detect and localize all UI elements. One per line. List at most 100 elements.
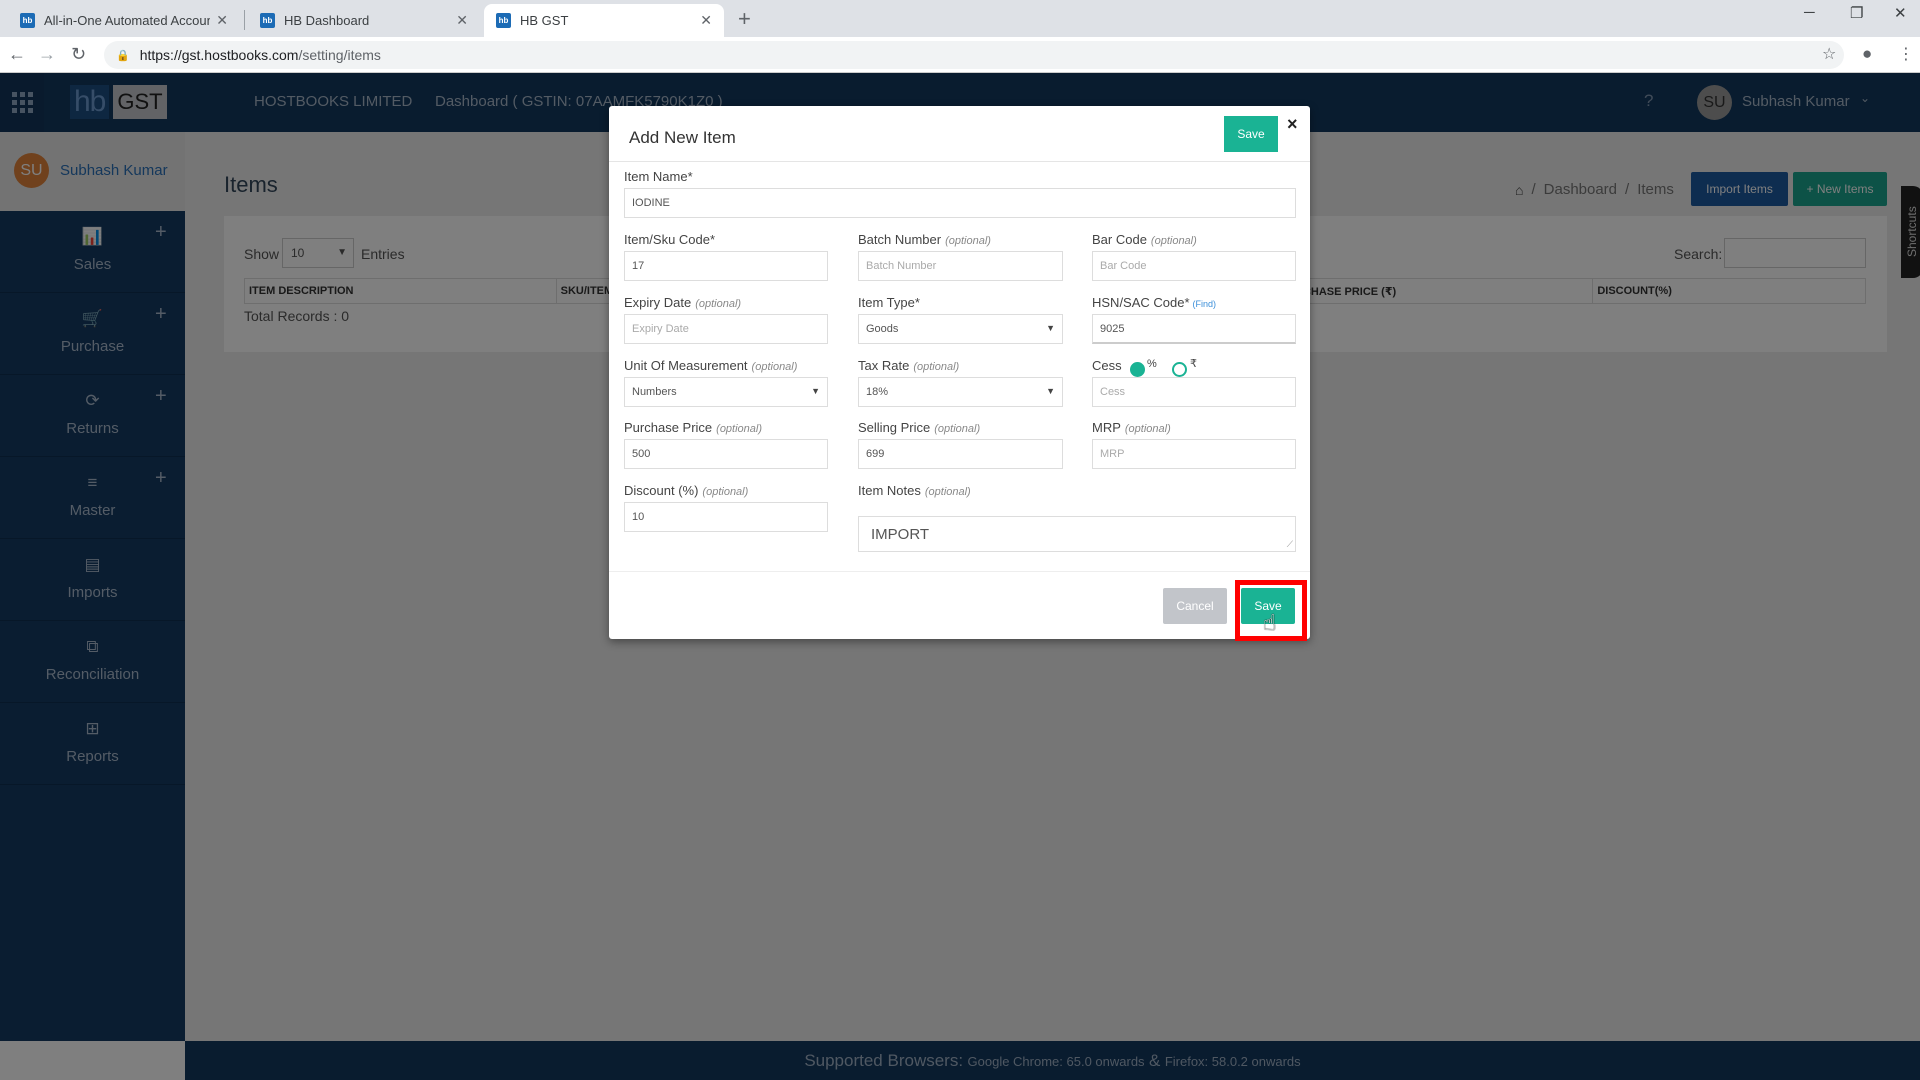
browser-tab[interactable]: hb HB Dashboard ✕ — [248, 4, 480, 37]
new-tab-button[interactable]: + — [738, 6, 751, 32]
url-input[interactable]: 🔒 https://gst.hostbooks.com/setting/item… — [104, 41, 1844, 69]
cess-percent-label: % — [1147, 358, 1157, 370]
add-item-modal: Add New Item Save × Item Name* IODINE It… — [609, 106, 1310, 639]
hsn-code-label: HSN/SAC Code* (Find) — [1092, 295, 1296, 310]
uom-select[interactable]: Numbers ▼ — [624, 377, 828, 407]
label-text: Item Type* — [858, 295, 920, 310]
discount-input[interactable]: 10 — [624, 502, 828, 532]
uom-label: Unit Of Measurement (optional) — [624, 358, 828, 373]
label-text: Item/Sku Code* — [624, 232, 716, 247]
sku-code-input[interactable]: 17 — [624, 251, 828, 281]
modal-header: Add New Item Save × — [609, 106, 1310, 162]
bar-code-input[interactable]: Bar Code — [1092, 251, 1296, 281]
optional-hint: (optional) — [924, 486, 971, 498]
mrp-input[interactable]: MRP — [1092, 439, 1296, 469]
item-name-label: Item Name* — [624, 169, 693, 184]
browser-tab-bar: hb All-in-One Automated Accountin ✕ hb H… — [0, 0, 1920, 37]
label-text: Cess — [1092, 358, 1122, 373]
tab-close-icon[interactable]: ✕ — [216, 12, 228, 29]
label-text: Expiry Date — [624, 295, 692, 310]
cess-rupee-label: ₹ — [1190, 358, 1197, 370]
hsn-code-input[interactable]: 9025 — [1092, 314, 1296, 344]
save-button-top[interactable]: Save — [1224, 116, 1278, 152]
label-text: Selling Price — [858, 420, 931, 435]
select-value: Numbers — [632, 386, 677, 398]
tab-title: HB Dashboard — [284, 13, 370, 28]
sku-code-label: Item/Sku Code* — [624, 232, 828, 247]
back-icon[interactable]: ← — [8, 44, 26, 65]
item-notes-textarea[interactable]: IMPORT ⟋ — [858, 516, 1296, 552]
batch-number-input[interactable]: Batch Number — [858, 251, 1063, 281]
browser-tab[interactable]: hb All-in-One Automated Accountin ✕ — [8, 4, 240, 37]
tax-rate-label: Tax Rate (optional) — [858, 358, 1063, 373]
optional-hint: (optional) — [945, 235, 991, 247]
select-value: 18% — [866, 386, 889, 398]
favicon-icon: hb — [496, 13, 511, 28]
restore-icon[interactable]: ❐ — [1850, 4, 1863, 22]
selling-price-label: Selling Price (optional) — [858, 420, 1063, 435]
close-icon[interactable]: × — [1287, 114, 1298, 135]
label-text: MRP — [1092, 420, 1121, 435]
modal-title: Add New Item — [629, 128, 736, 147]
label-text: Bar Code — [1092, 232, 1147, 247]
hand-cursor-icon: ☝ — [1263, 610, 1277, 635]
url-path: /setting/items — [298, 47, 381, 63]
discount-label: Discount (%) (optional) — [624, 483, 828, 498]
bar-code-label: Bar Code (optional) — [1092, 232, 1296, 247]
dropdown-arrow-icon: ▼ — [1046, 323, 1055, 333]
optional-hint: (optional) — [1150, 235, 1197, 247]
label-text: Item Name* — [624, 169, 693, 184]
tab-separator — [244, 10, 245, 30]
minimize-icon[interactable]: ─ — [1804, 4, 1815, 21]
select-value: Goods — [866, 323, 899, 335]
dropdown-arrow-icon: ▼ — [1046, 386, 1055, 396]
favicon-icon: hb — [20, 13, 35, 28]
window-close-icon[interactable]: ✕ — [1894, 4, 1907, 22]
resize-grip-icon[interactable]: ⟋ — [1287, 539, 1293, 550]
label-text: Discount (%) — [624, 483, 699, 498]
cess-rupee-radio[interactable] — [1172, 362, 1187, 377]
batch-number-label: Batch Number (optional) — [858, 232, 1063, 247]
tab-close-icon[interactable]: ✕ — [456, 12, 468, 29]
tab-close-icon[interactable]: ✕ — [700, 12, 712, 29]
label-text: Tax Rate — [858, 358, 910, 373]
cess-input[interactable]: Cess — [1092, 377, 1296, 407]
notes-value: IMPORT — [871, 526, 930, 543]
reload-icon[interactable]: ↻ — [71, 44, 86, 65]
label-text: Item Notes — [858, 483, 921, 498]
optional-hint: (optional) — [913, 361, 960, 373]
tab-title: All-in-One Automated Accountin — [44, 13, 211, 28]
label-text: Purchase Price — [624, 420, 713, 435]
profile-icon[interactable]: ● — [1862, 44, 1872, 64]
cess-percent-radio[interactable] — [1130, 362, 1145, 377]
browser-tab-active[interactable]: hb HB GST ✕ — [484, 4, 724, 37]
item-type-select[interactable]: Goods ▼ — [858, 314, 1063, 344]
browser-menu-icon[interactable]: ⋮ — [1898, 44, 1914, 64]
optional-hint: (optional) — [702, 486, 749, 498]
mrp-label: MRP (optional) — [1092, 420, 1296, 435]
item-notes-label: Item Notes (optional) — [858, 483, 1063, 498]
purchase-price-input[interactable]: 500 — [624, 439, 828, 469]
find-hsn-link[interactable]: (Find) — [1193, 299, 1217, 309]
label-text: Batch Number — [858, 232, 942, 247]
purchase-price-label: Purchase Price (optional) — [624, 420, 828, 435]
forward-icon[interactable]: → — [38, 44, 56, 65]
lock-icon: 🔒 — [116, 49, 130, 62]
favicon-icon: hb — [260, 13, 275, 28]
label-text: HSN/SAC Code* — [1092, 295, 1190, 310]
optional-hint: (optional) — [1124, 423, 1171, 435]
bookmark-star-icon[interactable]: ☆ — [1822, 44, 1836, 64]
tab-title: HB GST — [520, 13, 569, 28]
item-name-input[interactable]: IODINE — [624, 188, 1296, 218]
optional-hint: (optional) — [751, 361, 798, 373]
expiry-date-input[interactable]: Expiry Date — [624, 314, 828, 344]
selling-price-input[interactable]: 699 — [858, 439, 1063, 469]
modal-footer-divider — [609, 571, 1310, 572]
cancel-button[interactable]: Cancel — [1163, 588, 1227, 624]
optional-hint: (optional) — [695, 298, 742, 310]
tax-rate-select[interactable]: 18% ▼ — [858, 377, 1063, 407]
expiry-date-label: Expiry Date (optional) — [624, 295, 828, 310]
dropdown-arrow-icon: ▼ — [811, 386, 820, 396]
url-host: https://gst.hostbooks.com — [139, 47, 299, 63]
address-bar: ← → ↻ 🔒 https://gst.hostbooks.com/settin… — [0, 37, 1920, 73]
